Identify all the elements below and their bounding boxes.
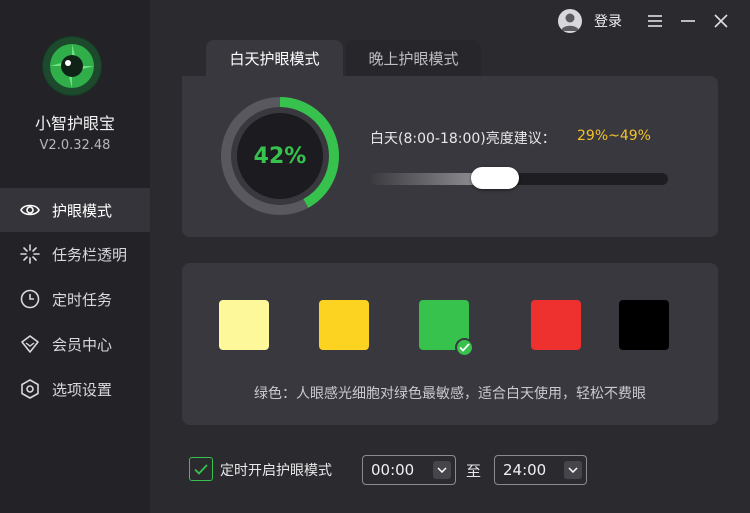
to-label: 至 <box>466 462 482 480</box>
sidebar-item-membership[interactable]: 会员中心 <box>0 322 150 366</box>
timer-checkbox[interactable] <box>189 457 213 481</box>
tab-day-mode[interactable]: 白天护眼模式 <box>206 40 343 76</box>
end-time-value: 24:00 <box>503 461 547 479</box>
chevron-down-icon <box>433 461 451 479</box>
app-version: V2.0.32.48 <box>39 138 111 153</box>
color-filter-panel: 绿色：人眼感光细胞对绿色最敏感，适合白天使用，轻松不费眼 <box>182 263 718 425</box>
clock-icon <box>18 287 42 311</box>
end-time-select[interactable]: 24:00 <box>494 455 587 485</box>
login-link[interactable]: 登录 <box>594 11 622 31</box>
tab-night-mode[interactable]: 晚上护眼模式 <box>346 40 481 76</box>
sidebar-item-scheduled-tasks[interactable]: 定时任务 <box>0 277 150 321</box>
sidebar-item-label: 会员中心 <box>52 335 113 354</box>
sidebar-item-label: 任务栏透明 <box>52 245 128 264</box>
sidebar-item-eye-mode[interactable]: 护眼模式 <box>0 188 150 232</box>
brightness-advice-range: 29%~49% <box>577 128 651 144</box>
brightness-slider-track[interactable] <box>370 173 668 185</box>
app-logo <box>42 36 102 96</box>
sidebar: 小智护眼宝 V2.0.32.48 护眼模式 任务栏透明 定时任务 会员中心 选项… <box>0 0 150 513</box>
user-avatar-icon[interactable] <box>558 9 582 33</box>
start-time-value: 00:00 <box>371 461 415 479</box>
chevron-down-icon <box>564 461 582 479</box>
brightness-advice-label: 白天(8:00-18:00)亮度建议： <box>370 131 556 147</box>
selected-check-icon <box>455 338 474 357</box>
brightness-gauge: 42% <box>218 94 342 218</box>
sidebar-item-label: 护眼模式 <box>52 201 113 220</box>
eye-icon <box>18 198 42 222</box>
app-name: 小智护眼宝 <box>34 114 115 133</box>
sidebar-item-label: 选项设置 <box>52 380 113 399</box>
menu-icon[interactable] <box>644 10 666 32</box>
sidebar-item-taskbar-transparent[interactable]: 任务栏透明 <box>0 232 150 276</box>
swatch-yellow[interactable] <box>319 300 369 350</box>
close-icon[interactable] <box>710 10 732 32</box>
timer-label: 定时开启护眼模式 <box>220 463 332 479</box>
brightness-panel: 42% 白天(8:00-18:00)亮度建议： 29%~49% <box>182 76 718 237</box>
start-time-select[interactable]: 00:00 <box>362 455 456 485</box>
minimize-icon[interactable] <box>677 10 699 32</box>
sidebar-item-label: 定时任务 <box>52 290 113 309</box>
brightness-value: 42% <box>253 143 307 169</box>
swatch-light-yellow[interactable] <box>219 300 269 350</box>
sidebar-item-settings[interactable]: 选项设置 <box>0 367 150 411</box>
diamond-icon <box>18 332 42 356</box>
brightness-slider-thumb[interactable] <box>471 167 520 189</box>
sparkle-icon <box>18 242 42 266</box>
color-description: 绿色：人眼感光细胞对绿色最敏感，适合白天使用，轻松不费眼 <box>254 386 646 402</box>
swatch-black[interactable] <box>619 300 669 350</box>
swatch-red[interactable] <box>531 300 581 350</box>
settings-icon <box>18 377 42 401</box>
